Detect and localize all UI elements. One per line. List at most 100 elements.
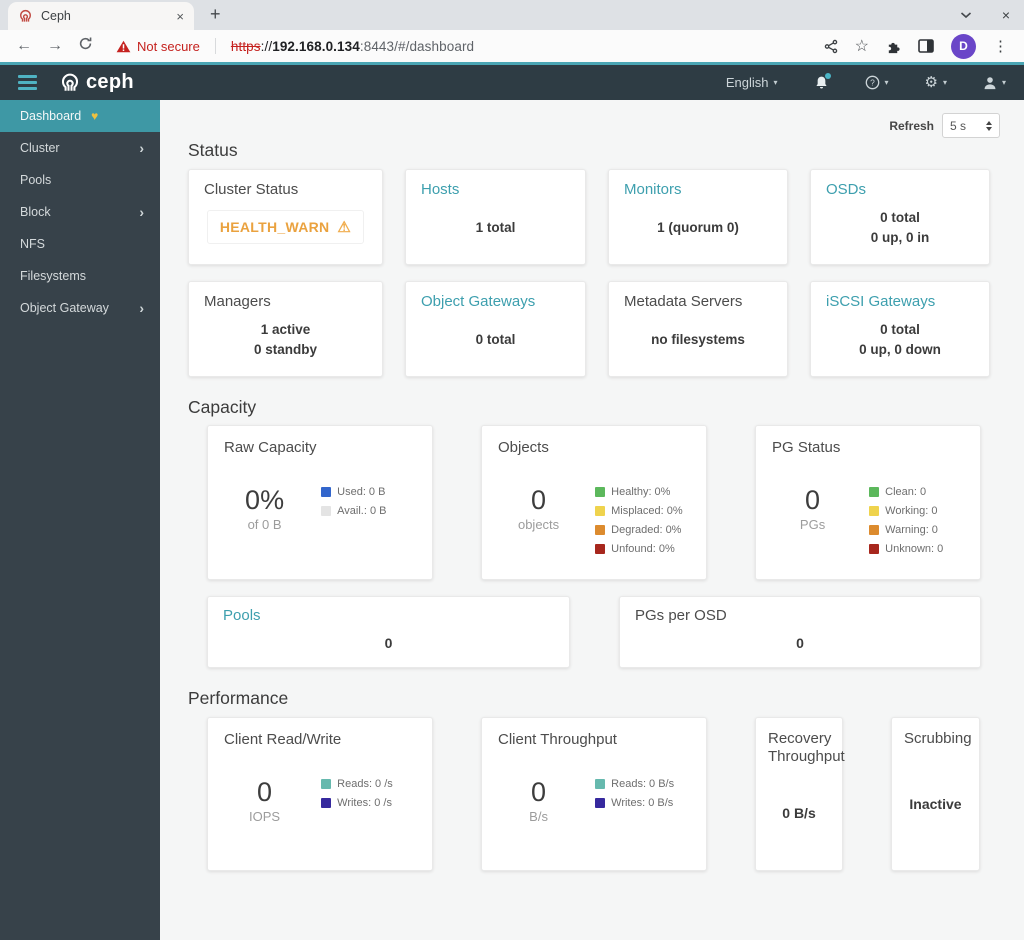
pools-grid: Pools 0 PGs per OSD 0 [207,596,1024,668]
url-scheme: https [230,38,261,54]
card-value: 1 total [475,219,516,235]
legend-swatch [321,506,332,516]
card-title: Recovery Throughput [768,730,845,765]
sidebar-item-label: NFS [20,237,45,251]
help-dropdown[interactable]: ? ▾ [865,75,889,90]
bookmark-star-icon[interactable]: ☆ [855,36,869,56]
legend-label: Misplaced: 0% [611,505,683,517]
sidebar-item-block[interactable]: Block › [0,196,160,228]
osds-link[interactable]: OSDs [811,170,989,198]
chart-legend: Reads: 0 B/s Writes: 0 B/s [595,748,698,862]
chart-sublabel: objects [517,517,560,532]
card-value: 0 [796,634,804,651]
monitors-link[interactable]: Monitors [609,170,787,198]
card-value: no filesystems [651,331,745,347]
share-icon[interactable] [824,39,838,54]
card-value: 0 B/s [782,804,816,821]
legend-item: Clean: 0 [869,486,972,498]
sidebar-item-pools[interactable]: Pools [0,164,160,196]
legend-item: Writes: 0 /s [321,797,424,809]
object-gateways-link[interactable]: Object Gateways [406,282,585,310]
pools-card: Pools 0 [207,596,570,668]
chart-sublabel: IOPS [249,808,281,824]
card-value: Inactive [909,795,962,812]
ceph-favicon-icon [18,9,33,24]
legend-swatch [595,487,606,497]
capacity-grid: Raw Capacity 0% of 0 B Used: 0 B Avail.:… [207,425,1024,580]
browser-address-bar: ← → Not secure https://192.168.0.134:844… [0,30,1024,62]
chart-value: 0 [805,485,821,515]
profile-avatar[interactable]: D [951,33,976,59]
hosts-link[interactable]: Hosts [406,170,585,198]
ceph-logo-icon [61,73,79,91]
health-status-text: HEALTH_WARN [219,219,330,235]
forward-icon[interactable]: → [47,38,63,54]
url-text[interactable]: https://192.168.0.134:8443/#/dashboard [231,39,474,54]
chart-legend: Clean: 0 Working: 0 Warning: 0 Unknown: … [869,456,972,571]
chevron-right-icon: › [139,300,144,316]
notification-dot [824,72,831,79]
legend-item: Unfound: 0% [595,543,698,555]
new-tab-button[interactable]: + [210,4,221,25]
sidebar-item-object-gateway[interactable]: Object Gateway › [0,292,160,324]
notifications-bell-icon[interactable] [814,72,831,91]
legend-item: Writes: 0 B/s [595,797,698,809]
side-panel-icon[interactable] [918,39,934,53]
legend-swatch [321,487,332,497]
tab-list-chevron-icon[interactable] [960,11,972,19]
card-value: 1 (quorum 0) [657,219,739,235]
sidebar-item-filesystems[interactable]: Filesystems [0,260,160,292]
cluster-status-card: Cluster Status HEALTH_WARN ⚠ [188,169,383,265]
chevron-down-icon: ▾ [1001,78,1006,87]
refresh-control: Refresh 5 s [889,113,1000,138]
scrubbing-card: Scrubbing Inactive [891,717,980,871]
spinner-icon [986,120,992,131]
iscsi-gateways-link[interactable]: iSCSI Gateways [811,282,989,310]
card-value: 0 total [880,321,920,337]
metadata-servers-card: Metadata Servers no filesystems [608,281,788,377]
pools-link[interactable]: Pools [208,597,569,624]
ceph-brand[interactable]: ceph [59,71,134,94]
legend-item: Working: 0 [869,505,972,517]
sidebar-toggle-icon[interactable] [18,75,37,90]
warning-triangle-icon [116,40,131,52]
legend-label: Working: 0 [885,505,938,517]
settings-dropdown[interactable]: ⚙ ▾ [925,75,947,90]
url-separator: :// [260,38,273,54]
legend-label: Reads: 0 /s [337,778,393,790]
browser-window: Ceph × + × ← → Not secure https://192.16… [0,0,1024,940]
back-icon[interactable]: ← [16,38,32,54]
extensions-puzzle-icon[interactable] [886,39,901,54]
sidebar: Dashboard ♥ Cluster › Pools Block › NFS … [0,100,160,940]
chevron-down-icon: ▾ [942,78,947,87]
client-read-write-card: Client Read/Write 0 IOPS Reads: 0 /s Wri… [207,717,433,871]
chart-value: 0 [531,485,547,515]
chevron-right-icon: › [139,204,144,220]
refresh-interval-select[interactable]: 5 s [942,113,1000,138]
objects-card: Objects 0 objects Healthy: 0% Misplaced:… [481,425,707,580]
legend-item: Unknown: 0 [869,543,972,555]
tab-close-icon[interactable]: × [176,9,184,24]
sidebar-item-cluster[interactable]: Cluster › [0,132,160,164]
browser-menu-icon[interactable]: ⋮ [993,37,1008,55]
iscsi-gateways-card: iSCSI Gateways 0 total 0 up, 0 down [810,281,990,377]
refresh-label: Refresh [889,118,934,133]
help-icon: ? [865,75,879,90]
legend-item: Healthy: 0% [595,486,698,498]
sidebar-item-dashboard[interactable]: Dashboard ♥ [0,100,160,132]
legend-label: Warning: 0 [885,524,938,536]
language-dropdown[interactable]: English ▾ [726,75,778,90]
card-title: Managers [204,293,271,310]
chevron-down-icon: ▾ [773,78,778,87]
pgs-per-osd-card: PGs per OSD 0 [619,596,981,668]
browser-tab[interactable]: Ceph × [8,2,194,30]
security-chip[interactable]: Not secure [116,39,200,54]
legend-label: Degraded: 0% [611,524,682,536]
recovery-throughput-card: Recovery Throughput 0 B/s [755,717,845,871]
reload-icon[interactable] [78,36,93,56]
legend-label: Writes: 0 /s [337,797,392,809]
legend-swatch [869,487,880,497]
window-close-icon[interactable]: × [1002,7,1010,23]
user-dropdown[interactable]: ▾ [983,76,1006,90]
sidebar-item-nfs[interactable]: NFS [0,228,160,260]
